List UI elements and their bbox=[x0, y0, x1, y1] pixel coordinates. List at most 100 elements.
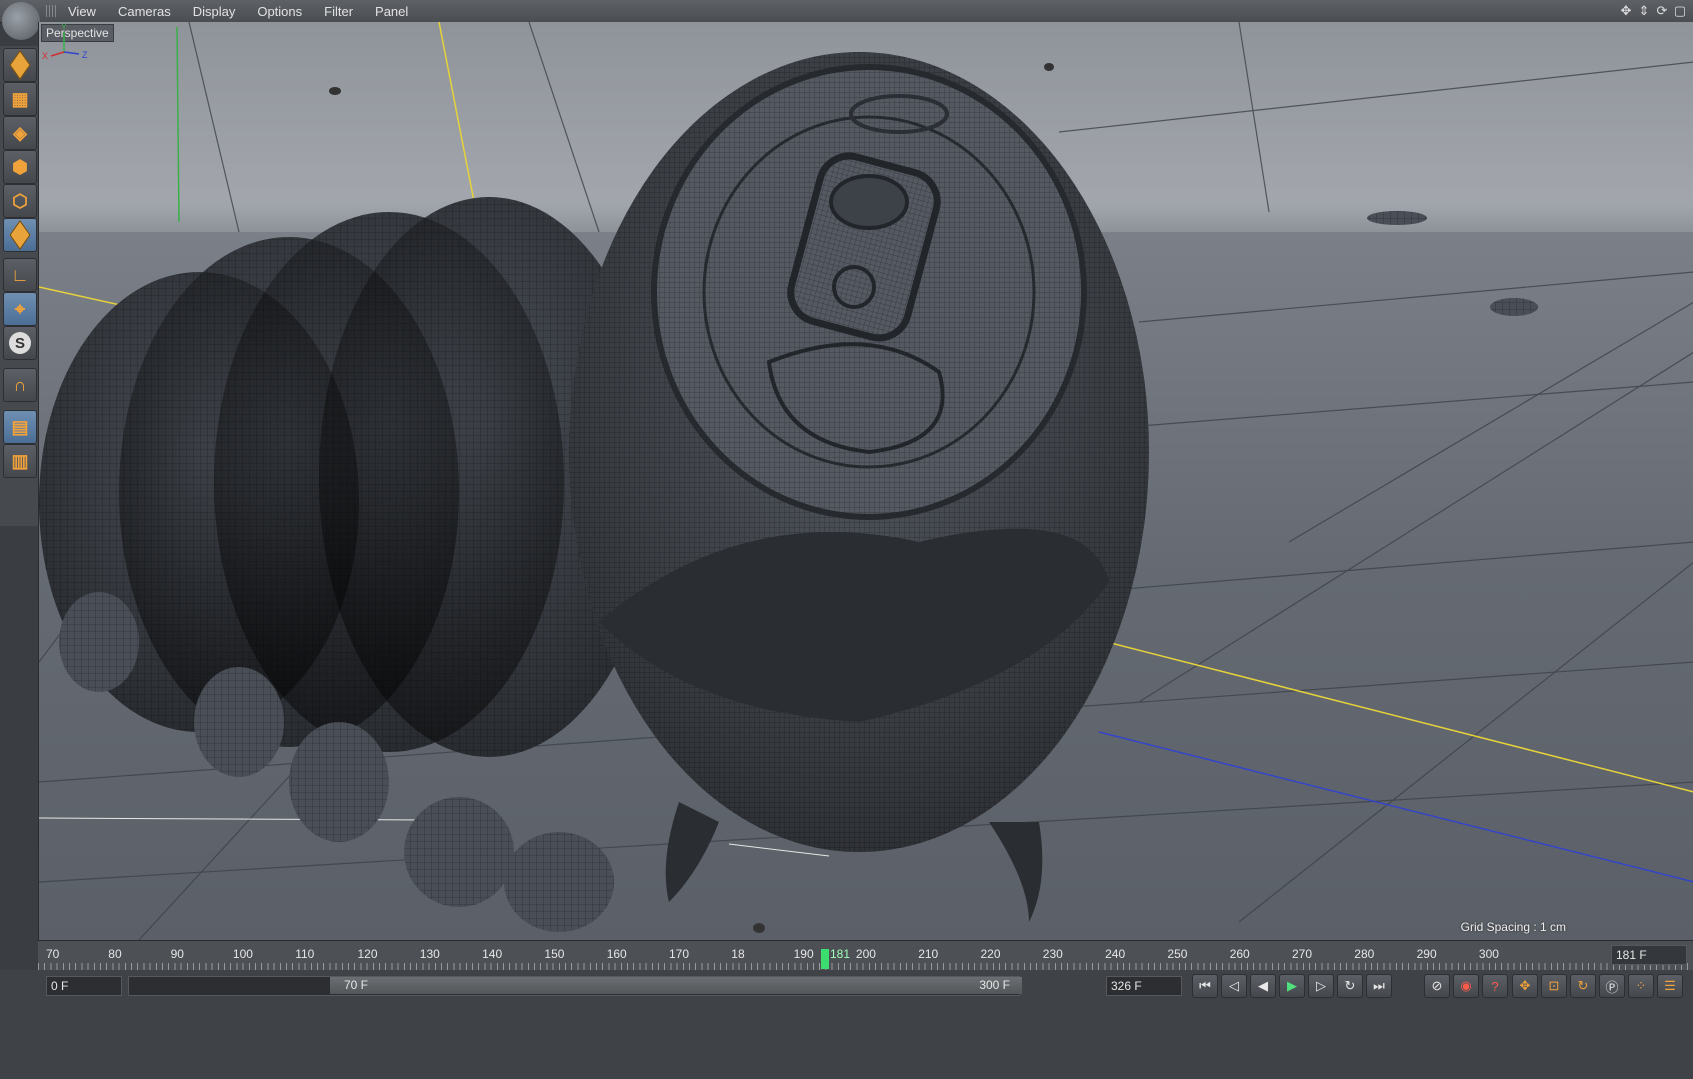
play-forward-button[interactable]: ▶ bbox=[1279, 974, 1305, 998]
keyframe-controls: ⊘ ◉ ? bbox=[1424, 974, 1508, 998]
texture-mode-button[interactable]: ▦ bbox=[3, 82, 37, 116]
workplane-icon: ◈ bbox=[13, 122, 27, 143]
tweak-mode-button[interactable]: ⌖ bbox=[3, 292, 37, 326]
mouse-icon: ⌖ bbox=[14, 298, 26, 319]
previous-frame-button[interactable]: ◀ bbox=[1250, 974, 1276, 998]
key-filter-controls: ✥ ⊡ ↻ Ⓟ ⁘ ☰ bbox=[1512, 974, 1683, 998]
axis-mode-button[interactable]: ∟ bbox=[3, 258, 37, 292]
timeline-ruler[interactable]: 70 80 90 100 110 120 130 140 150 160 170 18 190 200 21… bbox=[38, 940, 1693, 971]
timeline-current-frame: 181 bbox=[830, 947, 851, 961]
gizmo-z-label: Z bbox=[82, 50, 88, 60]
start-frame-field[interactable]: 0 F bbox=[46, 976, 122, 996]
solo-button[interactable]: S bbox=[3, 326, 37, 360]
timeline-tick-label: 18 bbox=[731, 947, 745, 961]
left-toolbar: ▦ ◈ ⬢ ⬡ ∟ ⌖ S ∩ ▤ ▥ bbox=[0, 46, 38, 526]
app-logo bbox=[2, 2, 40, 40]
viewport-menubar: View Cameras Display Options Filter Pane… bbox=[0, 0, 1693, 23]
polygons-mode-button[interactable] bbox=[3, 218, 37, 252]
timeline-tick-label: 270 bbox=[1292, 947, 1313, 961]
workplane-align-button[interactable]: ▥ bbox=[3, 444, 37, 478]
panel-grip-icon[interactable] bbox=[46, 5, 56, 17]
timeline-tick-label: 120 bbox=[357, 947, 378, 961]
menu-cameras[interactable]: Cameras bbox=[118, 4, 171, 19]
timeline-tick-label: 150 bbox=[544, 947, 565, 961]
menu-panel[interactable]: Panel bbox=[375, 4, 408, 19]
timeline-tick-label: 160 bbox=[606, 947, 627, 961]
timeline-tick-label: 290 bbox=[1416, 947, 1437, 961]
magnet-icon: ∩ bbox=[13, 374, 27, 395]
move-view-icon[interactable]: ✥ bbox=[1619, 3, 1633, 19]
go-to-end-button[interactable]: ⏭ bbox=[1366, 974, 1392, 998]
timeline-tick-label: 280 bbox=[1354, 947, 1375, 961]
grid-rotate-icon: ▥ bbox=[11, 450, 29, 471]
axis-gizmo: Y X Z bbox=[42, 22, 88, 61]
timeline-tick-label: 80 bbox=[108, 947, 122, 961]
timeline-tick-label: 200 bbox=[855, 947, 876, 961]
timeline-tick-label: 220 bbox=[980, 947, 1001, 961]
gizmo-y-label: Y bbox=[61, 22, 67, 32]
points-mode-button[interactable]: ⬢ bbox=[3, 150, 37, 184]
workplane-lock-button[interactable]: ▤ bbox=[3, 410, 37, 444]
checker-cube-icon: ▦ bbox=[11, 88, 29, 109]
scale-key-icon[interactable]: ⊡ bbox=[1541, 974, 1567, 998]
go-to-start-button[interactable]: ⏮ bbox=[1192, 974, 1218, 998]
snap-button[interactable]: ∩ bbox=[3, 368, 37, 402]
autokey-button[interactable]: ◉ bbox=[1453, 974, 1479, 998]
axis-icon: ∟ bbox=[11, 264, 29, 285]
dolly-view-icon[interactable]: ⇕ bbox=[1637, 3, 1651, 19]
range-end-label: 300 F bbox=[979, 978, 1010, 992]
rotation-key-icon[interactable]: ↻ bbox=[1570, 974, 1596, 998]
next-frame-button[interactable]: ▷ bbox=[1308, 974, 1334, 998]
timeline-tick-label: 190 bbox=[793, 947, 814, 961]
menu-options[interactable]: Options bbox=[257, 4, 302, 19]
transport-controls: ⏮ ◁ ◀ ▶ ▷ ↻ ⏭ bbox=[1192, 974, 1392, 998]
view-navigation-icons: ✥ ⇕ ⟳ ▢ bbox=[1619, 3, 1687, 19]
timeline-tick-label: 240 bbox=[1105, 947, 1126, 961]
grid-spacing-readout: Grid Spacing : 1 cm bbox=[1460, 920, 1566, 934]
timeline-tick-label: 260 bbox=[1229, 947, 1250, 961]
grid-lock-icon: ▤ bbox=[11, 416, 29, 437]
tardigrade-mesh[interactable] bbox=[39, 52, 1149, 932]
next-key-button[interactable]: ↻ bbox=[1337, 974, 1363, 998]
menu-display[interactable]: Display bbox=[193, 4, 236, 19]
current-frame-field[interactable]: 181 F bbox=[1611, 945, 1687, 965]
edges-mode-button[interactable]: ⬡ bbox=[3, 184, 37, 218]
timeline-tick-label: 140 bbox=[482, 947, 503, 961]
timeline-tick-label: 70 bbox=[46, 947, 60, 961]
model-mode-button[interactable] bbox=[3, 48, 37, 82]
perspective-viewport[interactable]: Perspective Grid Spacing : 1 cm Y X Z bbox=[38, 22, 1693, 940]
timeline-tick-label: 230 bbox=[1042, 947, 1063, 961]
maximize-view-icon[interactable]: ▢ bbox=[1673, 3, 1687, 19]
solo-icon: S bbox=[9, 332, 31, 354]
record-active-button[interactable]: ⊘ bbox=[1424, 974, 1450, 998]
parameter-key-icon[interactable]: Ⓟ bbox=[1599, 974, 1625, 998]
gizmo-x-label: X bbox=[42, 51, 48, 61]
rotate-view-icon[interactable]: ⟳ bbox=[1655, 3, 1669, 19]
timeline-tick-label: 300 bbox=[1478, 947, 1499, 961]
timeline-playhead[interactable] bbox=[821, 949, 829, 969]
menu-filter[interactable]: Filter bbox=[324, 4, 353, 19]
timeline-tick-label: 170 bbox=[669, 947, 690, 961]
cube-icon bbox=[9, 50, 31, 80]
previous-key-button[interactable]: ◁ bbox=[1221, 974, 1247, 998]
timeline-tick-label: 100 bbox=[232, 947, 253, 961]
preview-range-slider[interactable]: 70 F 300 F bbox=[330, 977, 1022, 994]
animation-bottombar: 0 F 70 F 300 F 326 F ⏮ ◁ ◀ ▶ ▷ ↻ ⏭ ⊘ ◉ ?… bbox=[0, 970, 1693, 1079]
x-axis-line bbox=[1098, 639, 1693, 793]
keyframe-selection-button[interactable]: ? bbox=[1482, 974, 1508, 998]
viewport-scene bbox=[39, 22, 1693, 940]
edges-icon: ⬡ bbox=[12, 190, 28, 211]
workplane-mode-button[interactable]: ◈ bbox=[3, 116, 37, 150]
timeline-tick-label: 130 bbox=[419, 947, 440, 961]
polygon-cube-icon bbox=[9, 220, 31, 250]
timeline-menu-icon[interactable]: ☰ bbox=[1657, 974, 1683, 998]
points-icon: ⬢ bbox=[12, 156, 28, 177]
timeline-tick-label: 110 bbox=[295, 947, 315, 961]
position-key-icon[interactable]: ✥ bbox=[1512, 974, 1538, 998]
menu-view[interactable]: View bbox=[68, 4, 96, 19]
range-start-label: 70 F bbox=[344, 978, 369, 992]
z-axis-line bbox=[1098, 731, 1693, 883]
end-frame-field[interactable]: 326 F bbox=[1106, 976, 1182, 996]
point-level-key-icon[interactable]: ⁘ bbox=[1628, 974, 1654, 998]
timeline-tick-label: 250 bbox=[1167, 947, 1188, 961]
